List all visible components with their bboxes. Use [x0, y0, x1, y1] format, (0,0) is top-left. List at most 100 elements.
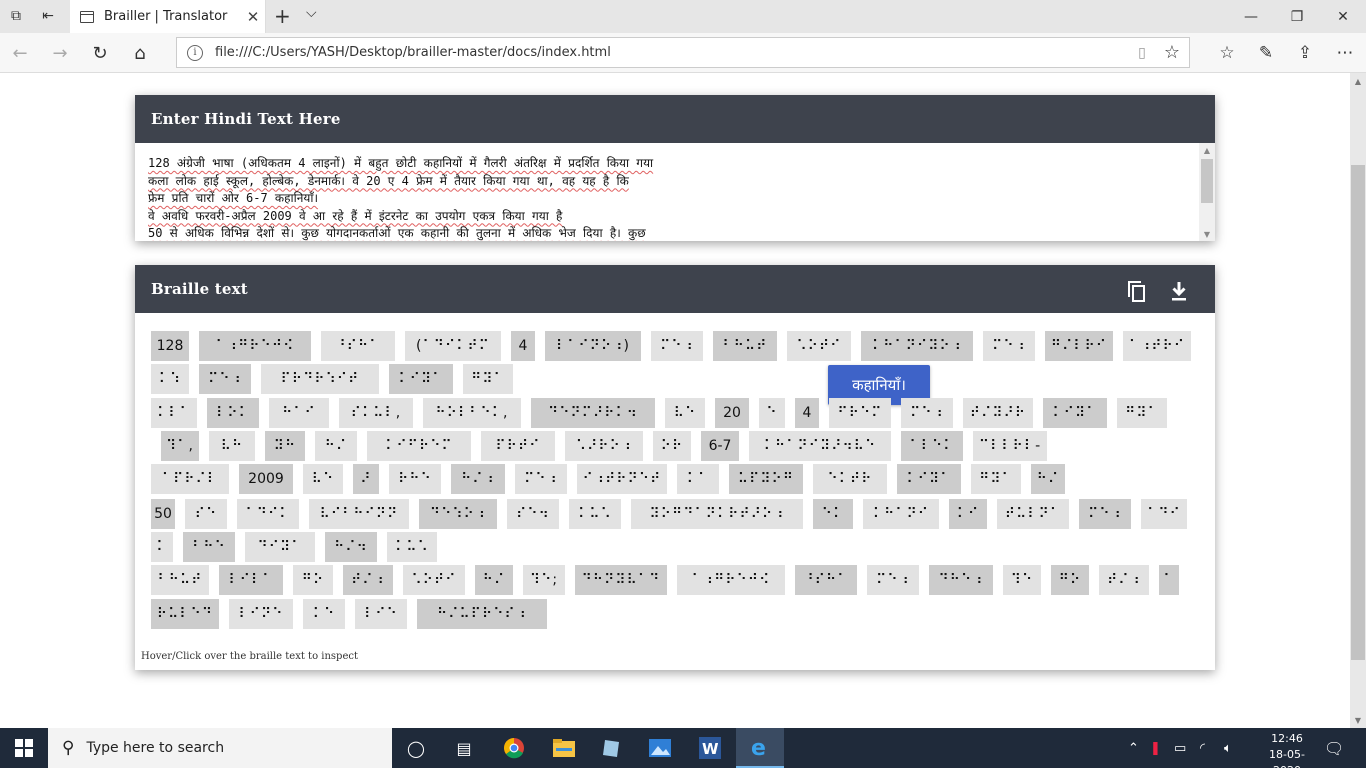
braille-word[interactable]: ⠁⠰⠛⠗⠑⠚⠪: [677, 565, 785, 595]
scroll-up-icon[interactable]: ▲: [1199, 143, 1215, 157]
braille-word[interactable]: ⠙⠓⠑⠰: [929, 565, 993, 595]
braille-word[interactable]: 2009: [239, 464, 293, 494]
braille-word[interactable]: ⠘⠎⠓⠁: [795, 565, 857, 595]
braille-word[interactable]: 6-7: [701, 431, 739, 461]
braille-word[interactable]: ⠁⠙⠊: [1141, 499, 1187, 529]
braille-word[interactable]: ⠗⠓⠑: [389, 464, 441, 494]
tab-brailler[interactable]: Brailler | Translator ✕: [70, 0, 266, 33]
braille-word[interactable]: ⠹⠑: [1003, 565, 1041, 595]
braille-word[interactable]: ⠧⠑: [303, 464, 343, 494]
braille-word[interactable]: ⠡⠕⠞⠊: [787, 331, 851, 361]
braille-word[interactable]: ⠓⠌: [315, 431, 357, 461]
hindi-text-input[interactable]: 128 अंग्रेजी भाषा (अधिकतम 4 लाइनों) में …: [135, 143, 1215, 241]
hindi-text-content[interactable]: 128 अंग्रेजी भाषा (अधिकतम 4 लाइनों) में …: [148, 155, 1198, 241]
scroll-down-icon[interactable]: ▼: [1199, 227, 1215, 241]
braille-word[interactable]: ⠙⠑⠱⠕⠰: [419, 499, 497, 529]
braille-word[interactable]: ⠊⠰⠞⠗⠝⠑⠞: [577, 464, 667, 494]
braille-word[interactable]: ⠓⠌⠥⠏⠗⠑⠎⠰: [417, 599, 547, 629]
braille-word[interactable]: ⠅⠥⠡: [569, 499, 621, 529]
braille-word[interactable]: (⠁⠙⠊⠅⠞⠍: [405, 331, 501, 361]
notifications-icon[interactable]: 🗨︎: [1324, 728, 1344, 768]
braille-word[interactable]: ⠅⠓⠁⠝⠊⠽⠜⠲⠧⠑: [749, 431, 891, 461]
chrome-icon[interactable]: [490, 728, 538, 768]
braille-word[interactable]: ⠅⠊: [949, 499, 987, 529]
braille-word[interactable]: ⠁⠙⠊⠅: [237, 499, 299, 529]
braille-word[interactable]: ⠛⠽⠁: [1117, 398, 1167, 428]
battery-icon[interactable]: ▭: [1174, 728, 1186, 768]
hindi-text-line[interactable]: कला लोक हाई स्कूल, होल्बेक, डेनमार्क। वे…: [148, 173, 1198, 191]
braille-word[interactable]: ⠅⠓⠁⠝⠊: [863, 499, 939, 529]
refresh-icon[interactable]: ↻: [88, 41, 112, 65]
braille-word[interactable]: ⠞⠌⠽⠜⠗: [963, 398, 1033, 428]
braille-word[interactable]: ⠇⠊⠝⠑: [229, 599, 293, 629]
braille-word[interactable]: ⠧⠑: [665, 398, 705, 428]
braille-word[interactable]: ⠘⠎⠓⠁: [321, 331, 395, 361]
braille-word[interactable]: ⠁⠰⠞⠗⠊: [1123, 331, 1191, 361]
braille-word[interactable]: ⠙⠊⠽⠁: [245, 532, 315, 562]
chevron-down-icon[interactable]: ⌵: [306, 5, 317, 21]
braille-word[interactable]: ⠅⠊⠽⠁: [1043, 398, 1107, 428]
braille-word[interactable]: ⠹⠁,: [161, 431, 199, 461]
pen-icon[interactable]: ✎: [1253, 41, 1279, 65]
antivirus-icon[interactable]: ❚: [1150, 728, 1161, 768]
hindi-text-line[interactable]: फ्रेम प्रति चारों ओर 6-7 कहानियाँ।: [148, 190, 1198, 208]
braille-word[interactable]: ⠹⠑;: [523, 565, 565, 595]
search-placeholder[interactable]: Type here to search: [86, 740, 224, 756]
braille-word[interactable]: ⠍⠑⠰: [901, 398, 953, 428]
braille-word[interactable]: 4: [795, 398, 819, 428]
edge-icon[interactable]: e: [736, 728, 784, 768]
braille-word[interactable]: ⠅⠊⠽⠁: [389, 364, 453, 394]
braille-word[interactable]: ⠽⠕⠛⠙⠁⠝⠅⠗⠞⠜⠕⠰: [631, 499, 803, 529]
reading-view-icon[interactable]: ▯: [1129, 45, 1155, 61]
braille-word[interactable]: ⠋⠗⠑⠍: [829, 398, 891, 428]
braille-word[interactable]: ⠜: [353, 464, 379, 494]
share-icon[interactable]: ⇪: [1292, 41, 1318, 65]
taskbar-search[interactable]: ⚲ Type here to search: [48, 728, 392, 768]
braille-word[interactable]: ⠕⠗: [653, 431, 691, 461]
more-icon[interactable]: ⋯: [1332, 41, 1358, 65]
braille-word[interactable]: ⠉⠇⠇⠗⠇-: [973, 431, 1047, 461]
braille-word[interactable]: ⠍⠑⠰: [199, 364, 251, 394]
favorite-star-icon[interactable]: ☆: [1155, 42, 1189, 63]
back-icon[interactable]: ←: [8, 41, 32, 65]
task-view-icon[interactable]: ▤: [440, 728, 488, 768]
braille-word[interactable]: ⠽⠓: [265, 431, 305, 461]
textarea-scrollbar[interactable]: ▲ ▼: [1199, 143, 1215, 241]
braille-word[interactable]: ⠅⠊⠋⠗⠑⠍: [367, 431, 471, 461]
braille-word[interactable]: ⠓⠌: [1031, 464, 1065, 494]
show-hidden-icons-icon[interactable]: ⌃: [1128, 728, 1139, 768]
braille-word[interactable]: ⠙⠓⠝⠽⠧⠁⠙: [575, 565, 667, 595]
home-icon[interactable]: ⌂: [128, 41, 152, 65]
braille-word[interactable]: ⠅⠑: [303, 599, 345, 629]
page-scroll-thumb[interactable]: [1351, 165, 1365, 660]
braille-word[interactable]: ⠓⠌⠲: [325, 532, 377, 562]
favorites-icon[interactable]: ☆: [1214, 41, 1240, 65]
braille-word[interactable]: ⠗⠥⠇⠑⠙: [151, 599, 219, 629]
braille-word[interactable]: ⠅⠊⠽⠁: [897, 464, 961, 494]
textarea-scroll-thumb[interactable]: [1201, 159, 1213, 203]
photos-icon[interactable]: [636, 728, 684, 768]
clock[interactable]: 12:46 18-05-2020: [1262, 731, 1312, 768]
page-scrollbar[interactable]: ▲ ▼: [1350, 73, 1366, 728]
volume-icon[interactable]: 🔈︎: [1224, 728, 1232, 768]
braille-word[interactable]: ⠅⠥⠡: [387, 532, 437, 562]
braille-word[interactable]: ⠛⠕: [293, 565, 333, 595]
braille-word[interactable]: ⠓⠕⠇⠃⠑⠅,: [423, 398, 521, 428]
tab-actions-icon[interactable]: ⧉: [6, 6, 26, 26]
set-tabs-aside-icon[interactable]: ⇤: [38, 6, 58, 26]
minimize-icon[interactable]: —: [1228, 0, 1274, 33]
braille-word[interactable]: ⠛⠽⠁: [971, 464, 1021, 494]
braille-word[interactable]: ⠓⠁⠊: [269, 398, 329, 428]
braille-word[interactable]: ⠍⠑⠰: [651, 331, 703, 361]
braille-word[interactable]: ⠛⠕: [1051, 565, 1089, 595]
windows-start-icon[interactable]: [0, 728, 48, 768]
braille-word[interactable]: ⠏⠗⠙⠗⠱⠊⠞: [261, 364, 379, 394]
braille-word[interactable]: ⠡⠜⠗⠕⠰: [565, 431, 643, 461]
braille-word[interactable]: ⠞⠥⠇⠝⠁: [997, 499, 1069, 529]
braille-word[interactable]: 128: [151, 331, 189, 361]
new-tab-icon[interactable]: +: [274, 4, 291, 28]
wifi-icon[interactable]: ◜: [1200, 728, 1205, 768]
forward-icon[interactable]: →: [48, 41, 72, 65]
hindi-text-line[interactable]: 128 अंग्रेजी भाषा (अधिकतम 4 लाइनों) में …: [148, 155, 1198, 173]
file-explorer-icon[interactable]: [540, 728, 588, 768]
